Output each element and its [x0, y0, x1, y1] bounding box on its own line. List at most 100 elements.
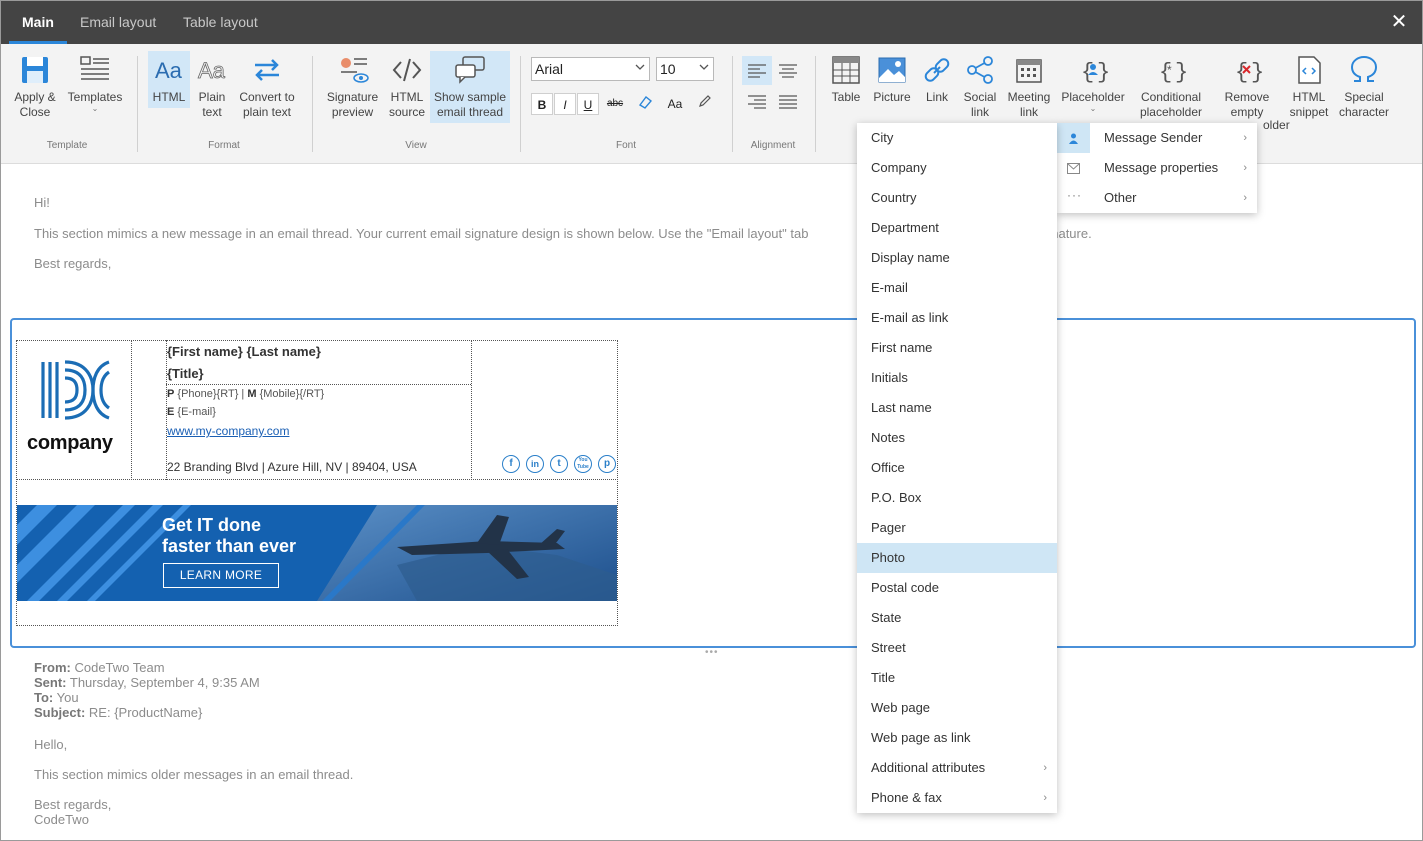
text-color-button[interactable]	[694, 93, 716, 115]
convert-arrows-icon	[255, 59, 279, 81]
conditional-placeholder-button[interactable]: { } * Conditional placeholder	[1133, 54, 1209, 120]
menu-item-phone-fax[interactable]: Phone & fax ›	[857, 783, 1057, 813]
learn-more-button[interactable]: LEARN MORE	[163, 563, 279, 588]
tab-email-layout[interactable]: Email layout	[80, 1, 156, 44]
templates-label: Templates	[67, 90, 123, 104]
menu-item-photo[interactable]: Photo	[857, 543, 1057, 573]
html-format-button[interactable]: Aa HTML	[148, 51, 190, 108]
view-group-label: View	[405, 140, 427, 151]
chat-bubbles-icon	[455, 56, 485, 84]
menu-item-street[interactable]: Street	[857, 633, 1057, 663]
menu-item-label: P.O. Box	[871, 490, 922, 505]
menu-item-postal-code[interactable]: Postal code	[857, 573, 1057, 603]
show-sample-thread-button[interactable]: Show sample email thread	[430, 51, 510, 123]
menu-item-notes[interactable]: Notes	[857, 423, 1057, 453]
html-source-label: HTML source	[388, 90, 426, 119]
special-character-button[interactable]: Special character	[1336, 54, 1392, 120]
clear-format-button[interactable]	[634, 93, 656, 115]
menu-item-e-mail[interactable]: E-mail	[857, 273, 1057, 303]
signature-name: {First name} {Last name}	[167, 344, 321, 359]
menu-item-state[interactable]: State	[857, 603, 1057, 633]
menu-item-label: Street	[871, 640, 906, 655]
close-icon[interactable]: ✕	[1390, 12, 1408, 32]
message-greeting: Hi!	[34, 195, 50, 210]
menu-item-country[interactable]: Country	[857, 183, 1057, 213]
thread-closing-2: CodeTwo	[34, 812, 89, 827]
menu-item-message-sender[interactable]: Message Sender ›	[1057, 123, 1257, 153]
twitter-icon[interactable]: t	[550, 455, 568, 473]
menu-item-department[interactable]: Department	[857, 213, 1057, 243]
insert-meeting-link-button[interactable]: Meeting link	[1005, 54, 1053, 120]
signature-preview-label: Signature preview	[326, 90, 379, 119]
signature-preview-button[interactable]: Signature preview	[324, 54, 381, 120]
menu-item-web-page[interactable]: Web page	[857, 693, 1057, 723]
menu-item-label: City	[871, 130, 894, 145]
menu-item-web-page-as-link[interactable]: Web page as link	[857, 723, 1057, 753]
change-case-button[interactable]: Aa	[664, 93, 686, 115]
insert-link-button[interactable]: Link	[919, 54, 955, 105]
menu-item-pager[interactable]: Pager	[857, 513, 1057, 543]
font-family-select[interactable]: Arial	[531, 57, 650, 81]
italic-button[interactable]: I	[554, 93, 576, 115]
menu-item-p-o-box[interactable]: P.O. Box	[857, 483, 1057, 513]
chevron-right-icon: ›	[1043, 762, 1047, 774]
convert-plain-text-button[interactable]: Convert to plain text	[236, 54, 298, 120]
picture-label: Picture	[873, 90, 911, 104]
html-label: HTML	[152, 90, 186, 104]
menu-item-title[interactable]: Title	[857, 663, 1057, 693]
apply-close-button[interactable]: Apply & Close	[10, 54, 60, 120]
signature-banner[interactable]: Get IT done faster than ever LEARN MORE	[17, 505, 617, 601]
html-source-button[interactable]: HTML source	[386, 54, 428, 120]
menu-item-display-name[interactable]: Display name	[857, 243, 1057, 273]
align-left-button[interactable]	[742, 56, 772, 85]
remove-empty-placeholder-button[interactable]: { } Remove empty older	[1218, 54, 1290, 132]
svg-text:}: }	[1097, 60, 1109, 85]
menu-item-other[interactable]: ··· Other ›	[1057, 183, 1257, 213]
insert-table-button[interactable]: Table	[827, 54, 865, 105]
svg-text:Aa: Aa	[198, 58, 226, 83]
svg-text:Aa: Aa	[155, 58, 183, 83]
insert-social-link-button[interactable]: Social link	[960, 54, 1000, 120]
menu-item-office[interactable]: Office	[857, 453, 1057, 483]
html-snippet-button[interactable]: HTML snippet	[1286, 54, 1332, 120]
align-right-button[interactable]	[742, 87, 772, 116]
pinterest-icon[interactable]: p	[598, 455, 616, 473]
menu-item-company[interactable]: Company	[857, 153, 1057, 183]
plain-text-button[interactable]: Aa Plain text	[194, 54, 230, 120]
menu-item-initials[interactable]: Initials	[857, 363, 1057, 393]
menu-item-city[interactable]: City	[857, 123, 1057, 153]
strikethrough-button[interactable]: abc	[604, 93, 626, 115]
placeholder-button[interactable]: { } Placeholder ⌄	[1059, 54, 1127, 113]
meeting-link-label: Meeting link	[1007, 90, 1051, 119]
insert-picture-button[interactable]: Picture	[871, 54, 913, 105]
menu-item-first-name[interactable]: First name	[857, 333, 1057, 363]
templates-icon	[80, 56, 109, 80]
resize-handle[interactable]: •••	[705, 647, 719, 658]
message-body: This section mimics a new message in an …	[34, 226, 809, 241]
font-size-select[interactable]: 10	[656, 57, 714, 81]
align-justify-button[interactable]	[773, 87, 803, 116]
facebook-icon[interactable]: f	[502, 455, 520, 473]
tab-table-layout[interactable]: Table layout	[183, 1, 258, 44]
menu-item-label: E-mail	[871, 280, 908, 295]
tab-main[interactable]: Main	[9, 1, 67, 44]
link-icon	[924, 58, 950, 82]
cell-border	[166, 384, 471, 385]
placeholder-category-menu: Message Sender › Message properties › ··…	[1057, 123, 1257, 213]
thread-hello: Hello,	[34, 737, 68, 752]
align-center-button[interactable]	[773, 56, 803, 85]
signature-website-link[interactable]: www.my-company.com	[167, 424, 289, 438]
underline-button[interactable]: U	[577, 93, 599, 115]
bold-button[interactable]: B	[531, 93, 553, 115]
menu-item-additional-attributes[interactable]: Additional attributes ›	[857, 753, 1057, 783]
svg-text:{: {	[1235, 60, 1248, 85]
cell-border	[16, 479, 618, 480]
menu-item-message-properties[interactable]: Message properties ›	[1057, 153, 1257, 183]
chevron-right-icon: ›	[1243, 162, 1247, 174]
templates-button[interactable]: Templates ⌄	[66, 54, 124, 113]
menu-item-last-name[interactable]: Last name	[857, 393, 1057, 423]
signature-title: {Title}	[167, 366, 204, 381]
menu-item-e-mail-as-link[interactable]: E-mail as link	[857, 303, 1057, 333]
linkedin-icon[interactable]: in	[526, 455, 544, 473]
youtube-icon[interactable]: You Tube	[574, 455, 592, 473]
